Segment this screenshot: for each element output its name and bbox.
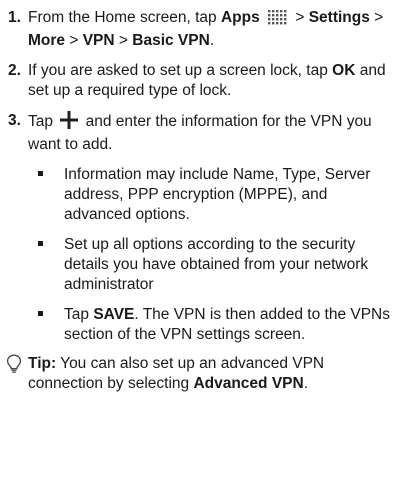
bullet-text: Tap xyxy=(64,306,94,323)
period: . xyxy=(303,375,309,392)
step-3: 3. Tap and enter the information for the… xyxy=(8,111,397,345)
step-text: From the Home screen, tap xyxy=(28,9,221,26)
separator: > xyxy=(291,9,309,26)
instructions-page: 1. From the Home screen, tap Apps > Sett… xyxy=(0,0,401,495)
settings-label: Settings xyxy=(308,9,370,26)
ok-label: OK xyxy=(332,62,356,79)
step-text: Tap xyxy=(28,113,53,130)
separator: > xyxy=(65,32,83,49)
basic-vpn-label: Basic VPN xyxy=(132,32,210,49)
separator: > xyxy=(369,9,384,26)
step-text: and enter the information for the VPN yo… xyxy=(28,113,372,153)
advanced-vpn-label: Advanced VPN xyxy=(193,375,304,392)
step-2: 2. If you are asked to set up a screen l… xyxy=(8,61,397,101)
bullet-text: Information may include Name, Type, Serv… xyxy=(64,166,371,223)
lightbulb-icon xyxy=(6,354,22,380)
step-text: If you are asked to set up a screen lock… xyxy=(28,62,333,79)
list-item: Tap SAVE. The VPN is then added to the V… xyxy=(28,305,397,345)
tip-label: Tip: xyxy=(28,355,57,372)
apps-label: Apps xyxy=(220,9,260,26)
separator: > xyxy=(114,32,133,49)
save-label: SAVE xyxy=(93,306,135,323)
plus-icon xyxy=(60,111,79,135)
step-number: 3. xyxy=(8,112,21,129)
bullet-list: Information may include Name, Type, Serv… xyxy=(28,165,397,345)
tip-note: Tip: You can also set up an advanced VPN… xyxy=(6,354,397,394)
vpn-label: VPN xyxy=(82,32,115,49)
apps-grid-icon xyxy=(267,9,289,31)
bullet-text: Set up all options according to the secu… xyxy=(64,236,369,293)
step-number: 1. xyxy=(8,9,21,26)
list-item: Information may include Name, Type, Serv… xyxy=(28,165,397,225)
list-item: Set up all options according to the secu… xyxy=(28,235,397,295)
step-number: 2. xyxy=(8,62,21,79)
more-label: More xyxy=(28,32,66,49)
step-1: 1. From the Home screen, tap Apps > Sett… xyxy=(8,8,397,51)
period: . xyxy=(209,32,215,49)
